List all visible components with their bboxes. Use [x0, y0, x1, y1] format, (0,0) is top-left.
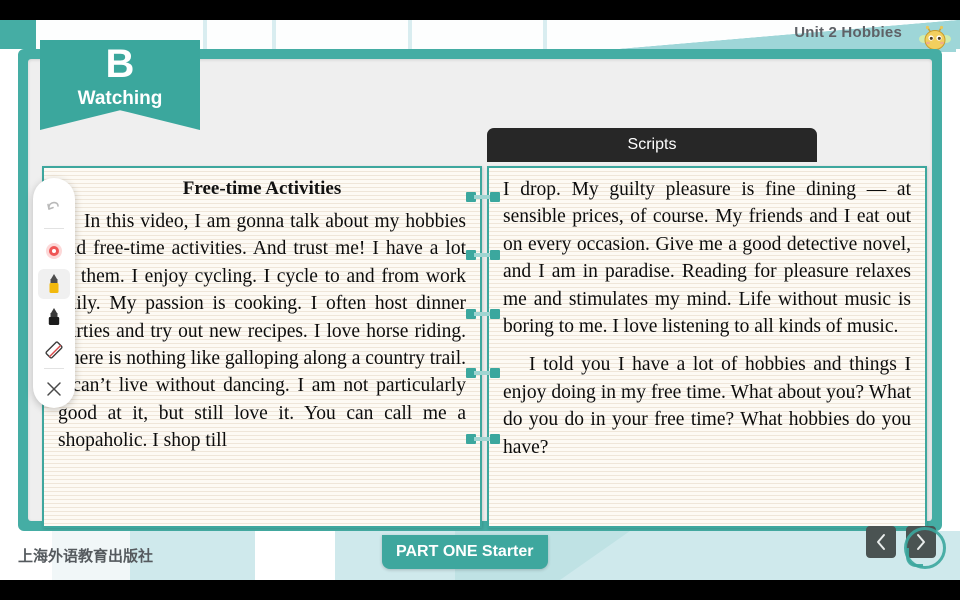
script-paragraph-1: I drop. My guilty pleasure is fine dinin…	[503, 179, 911, 338]
prev-page-button[interactable]	[866, 526, 896, 558]
tab-2[interactable]	[207, 20, 272, 49]
scripts-panel[interactable]: I drop. My guilty pleasure is fine dinin…	[487, 166, 927, 528]
undo-button[interactable]	[38, 194, 70, 224]
undo-icon	[47, 201, 59, 210]
section-label: Watching	[77, 88, 163, 109]
part-label: PART ONE Starter	[382, 535, 548, 569]
tab-4[interactable]	[412, 20, 543, 49]
eraser-icon	[45, 341, 63, 359]
free-time-activities-panel[interactable]: Free-time Activities In this video, I am…	[42, 166, 482, 528]
toolbar-divider-2	[44, 368, 64, 369]
laser-pointer-button[interactable]	[38, 236, 70, 266]
left-panel-body: Free-time Activities In this video, I am…	[44, 168, 480, 461]
scripts-header: Scripts	[487, 128, 817, 162]
panel-connector-2	[466, 248, 500, 262]
annotation-toolbar[interactable]	[33, 178, 75, 408]
highlighter-button[interactable]	[38, 269, 70, 299]
close-icon	[47, 382, 61, 396]
panel-connector-3	[466, 307, 500, 321]
right-panel-body: I drop. My guilty pleasure is fine dinin…	[489, 168, 925, 467]
page-title: Free-time Activities	[182, 178, 342, 199]
tab-3[interactable]	[276, 20, 408, 49]
left-paragraph-1: In this video, I am gonna talk about my …	[58, 208, 466, 455]
eraser-button[interactable]	[38, 335, 70, 365]
script-paragraph-2-text: I told you I have a lot of hobbies and t…	[503, 354, 911, 458]
bee-icon	[914, 24, 956, 52]
highlighter-icon	[49, 274, 59, 293]
panel-connector-1	[466, 190, 500, 204]
footer-bar: 上海外语教育出版社 PART ONE Starter	[0, 531, 960, 580]
section-letter: B	[105, 42, 135, 86]
lesson-page: Unit 2 Hobbies B Watching Scripts Free-t…	[0, 20, 960, 580]
script-paragraph-2: I told you I have a lot of hobbies and t…	[503, 351, 911, 461]
left-paragraph-1-text: In this video, I am gonna talk about my …	[58, 211, 466, 452]
laser-pointer-icon	[46, 243, 62, 259]
chevron-left-icon	[877, 534, 885, 550]
panel-connector-5	[466, 432, 500, 446]
close-button[interactable]	[38, 374, 70, 404]
toolbar-divider-1	[44, 228, 64, 229]
footer-seg-4	[255, 531, 335, 580]
publisher-label: 上海外语教育出版社	[18, 547, 154, 565]
cursor-highlight-tail	[906, 548, 923, 567]
unit-title: Unit 2 Hobbies	[794, 24, 902, 41]
app-screen: Unit 2 Hobbies B Watching Scripts Free-t…	[0, 0, 960, 600]
pen-button[interactable]	[38, 302, 70, 332]
tab-strip-left-block	[0, 20, 36, 49]
pen-icon	[48, 308, 60, 325]
header-diagonal-accent	[620, 20, 960, 49]
panel-connector-4	[466, 366, 500, 380]
